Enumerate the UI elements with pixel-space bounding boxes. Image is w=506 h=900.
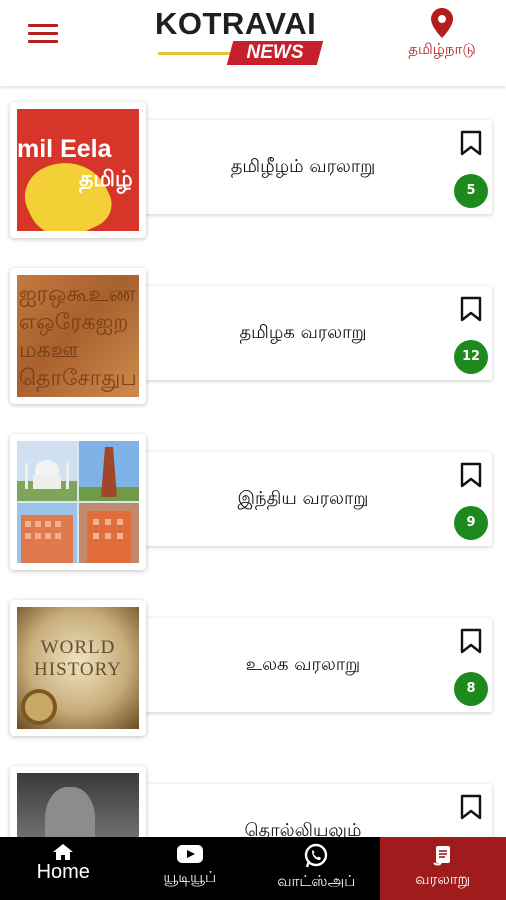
bookmark-icon[interactable]: [460, 462, 482, 488]
world-history-image: WORLD HISTORY: [17, 607, 139, 729]
hamburger-icon-line: [28, 24, 58, 27]
bookmark-icon[interactable]: [460, 130, 482, 156]
bookmark-icon[interactable]: [460, 794, 482, 820]
item-title: தமிழக வரலாறு: [239, 322, 367, 343]
item-card: இந்திய வரலாறு 9: [142, 452, 492, 546]
item-thumbnail: [10, 434, 146, 570]
item-title: இந்திய வரலாறு: [237, 488, 369, 509]
home-icon: [53, 844, 74, 860]
item-thumbnail: mil Eela தமிழ்: [10, 102, 146, 238]
item-card: தமிழீழம் வரலாறு 5: [142, 120, 492, 214]
whatsapp-icon: [305, 843, 328, 868]
tamil-eelam-image: mil Eela தமிழ்: [17, 109, 139, 231]
app-logo: KOTRAVAI NEWS: [150, 6, 330, 68]
logo-underline: [158, 52, 238, 55]
history-category-list: தமிழீழம் வரலாறு 5 mil Eela தமிழ் தமிழக வ…: [0, 86, 506, 837]
item-title: உலக வரலாறு: [245, 654, 361, 675]
list-item[interactable]: தமிழக வரலாறு 12 ஐரஒகூஉணஎஒரேகஐறமகஊதொசோதுப…: [10, 268, 492, 408]
item-card: தமிழக வரலாறு 12: [142, 286, 492, 380]
thumbnail-text: mil Eela: [17, 135, 112, 163]
item-card: தொல்லியலும்: [142, 784, 492, 837]
nav-youtube-label: யூடியூப்: [163, 868, 217, 886]
hamburger-icon-line: [28, 32, 58, 35]
statue-shape: [45, 787, 95, 837]
nav-youtube[interactable]: யூடியூப்: [127, 837, 254, 900]
monuments-collage: [17, 441, 139, 563]
hamburger-icon-line: [28, 40, 58, 43]
inscription-image: ஐரஒகூஉணஎஒரேகஐறமகஊதொசோதுபஎ: [17, 275, 139, 397]
scroll-icon: [433, 846, 450, 866]
nav-home[interactable]: Home: [0, 837, 127, 900]
bookmark-icon[interactable]: [460, 296, 482, 322]
thumbnail-text-2: HISTORY: [34, 659, 122, 680]
list-item[interactable]: தொல்லியலும்: [10, 766, 492, 837]
count-badge: 5: [454, 174, 488, 208]
nav-whatsapp-label: வாட்ஸ்அப்: [277, 872, 356, 890]
list-item[interactable]: இந்திய வரலாறு 9: [10, 434, 492, 574]
bottom-navigation: Home யூடியூப் வாட்ஸ்அப் வரலாறு: [0, 837, 506, 900]
inscription-glyphs: ஐரஒகூஉணஎஒரேகஐறமகஊதொசோதுபஎ: [19, 282, 137, 397]
item-title: தமிழீழம் வரலாறு: [230, 156, 376, 177]
item-thumbnail: WORLD HISTORY: [10, 600, 146, 736]
nav-whatsapp[interactable]: வாட்ஸ்அப்: [253, 837, 380, 900]
thumbnail-text-2: தமிழ்: [79, 167, 133, 192]
location-selector[interactable]: தமிழ்நாடு: [392, 8, 492, 60]
logo-subtitle: NEWS: [246, 42, 304, 63]
item-thumbnail: ஐரஒகூஉணஎஒரேகஐறமகஊதொசோதுபஎ: [10, 268, 146, 404]
thumbnail-text: WORLD: [40, 637, 116, 658]
count-badge: 8: [454, 672, 488, 706]
india-monuments-image: [17, 441, 139, 563]
logo-title: KOTRAVAI: [155, 6, 317, 41]
nav-history[interactable]: வரலாறு: [379, 837, 506, 900]
archaeology-image: [17, 773, 139, 837]
app-header: KOTRAVAI NEWS தமிழ்நாடு: [0, 0, 506, 86]
item-title: தொல்லியலும்: [244, 820, 362, 837]
nav-home-label: Home: [36, 861, 90, 883]
menu-button[interactable]: [28, 24, 58, 48]
youtube-icon: [176, 845, 203, 863]
location-pin-icon: [431, 8, 453, 38]
count-badge: 9: [454, 506, 488, 540]
logo-subtitle-badge: NEWS: [226, 41, 324, 65]
nav-history-label: வரலாறு: [415, 870, 471, 888]
list-item[interactable]: தமிழீழம் வரலாறு 5 mil Eela தமிழ்: [10, 102, 492, 242]
item-card: உலக வரலாறு 8: [142, 618, 492, 712]
location-label: தமிழ்நாடு: [408, 40, 476, 58]
compass-icon: [21, 689, 57, 725]
item-thumbnail: [10, 766, 146, 837]
bookmark-icon[interactable]: [460, 628, 482, 654]
count-badge: 12: [454, 340, 488, 374]
list-item[interactable]: உலக வரலாறு 8 WORLD HISTORY: [10, 600, 492, 740]
